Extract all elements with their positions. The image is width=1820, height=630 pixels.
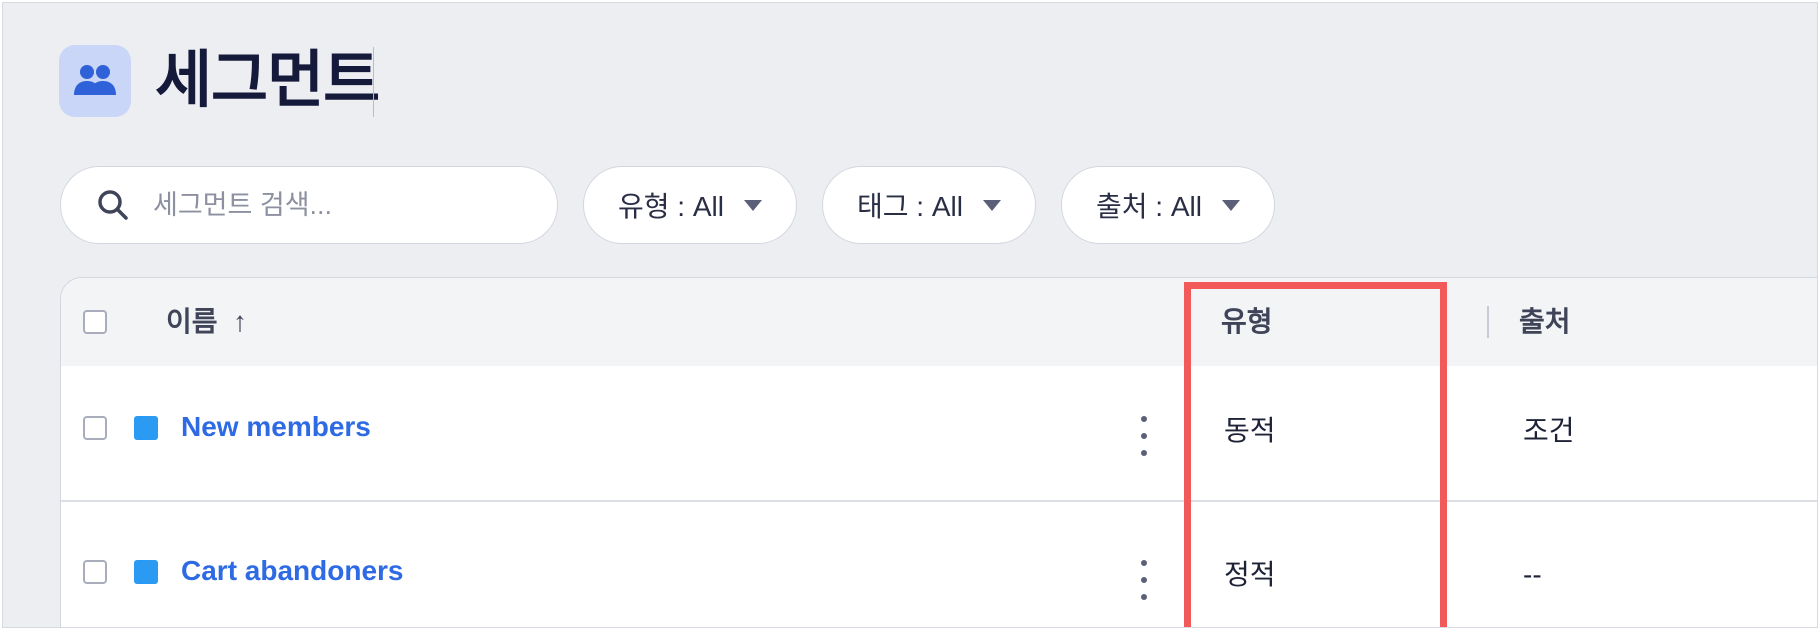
type-filter-label: 유형 : All <box>618 191 724 222</box>
chevron-down-icon <box>743 199 762 211</box>
segment-color-swatch <box>134 416 158 440</box>
tag-filter-dropdown[interactable]: 태그 : All <box>822 166 1036 244</box>
segments-table: 이름 ↑ 유형 출처 New members 동적 조건 Cart abando… <box>60 277 1817 627</box>
table-row[interactable]: New members 동적 조건 <box>61 366 1817 510</box>
segment-type: 정적 <box>1224 559 1276 590</box>
sort-ascending-icon[interactable]: ↑ <box>233 305 247 339</box>
more-options-icon[interactable] <box>1134 560 1154 600</box>
page-title: 세그먼트 <box>155 46 380 115</box>
users-icon <box>59 45 131 117</box>
row-checkbox[interactable] <box>83 560 107 584</box>
segment-source: -- <box>1523 559 1542 590</box>
segment-color-swatch <box>134 560 158 584</box>
chevron-down-icon <box>982 199 1001 211</box>
table-header: 이름 ↑ 유형 출처 <box>61 278 1817 366</box>
more-options-icon[interactable] <box>1134 416 1154 456</box>
select-all-checkbox[interactable] <box>83 310 107 334</box>
segments-page: 세그먼트 유형 : All 태그 : All 출처 : All 이름 ↑ 유형 … <box>2 2 1818 628</box>
segment-type: 동적 <box>1224 415 1276 446</box>
column-header-source[interactable]: 출처 <box>1519 305 1571 339</box>
source-filter-label: 출처 : All <box>1096 191 1202 222</box>
chevron-down-icon <box>1221 199 1240 211</box>
segment-source: 조건 <box>1523 415 1575 446</box>
column-header-name[interactable]: 이름 <box>166 305 218 339</box>
source-filter-dropdown[interactable]: 출처 : All <box>1061 166 1275 244</box>
row-checkbox[interactable] <box>83 416 107 440</box>
search-icon <box>95 187 131 223</box>
table-row[interactable]: Cart abandoners 정적 -- <box>61 502 1817 627</box>
type-filter-dropdown[interactable]: 유형 : All <box>583 166 797 244</box>
tag-filter-label: 태그 : All <box>857 191 963 222</box>
column-divider[interactable] <box>1487 306 1489 338</box>
search-box[interactable] <box>60 166 558 244</box>
search-input[interactable] <box>151 188 535 222</box>
segment-name-link[interactable]: New members <box>181 410 371 444</box>
column-header-type[interactable]: 유형 <box>1221 305 1273 339</box>
segment-name-link[interactable]: Cart abandoners <box>181 554 404 588</box>
text-cursor <box>373 47 374 117</box>
